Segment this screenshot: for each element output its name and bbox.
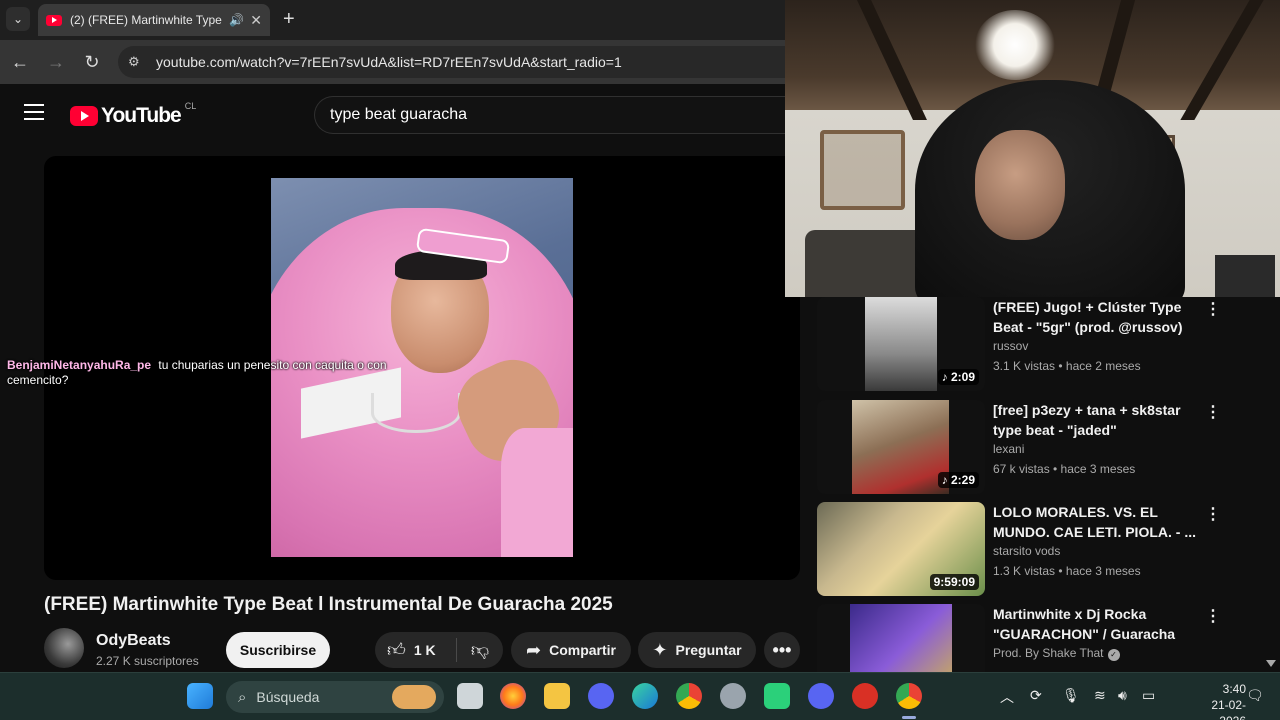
back-arrow-icon[interactable]: ←: [8, 50, 32, 74]
wifi-icon[interactable]: ≋: [1094, 687, 1106, 704]
ask-button[interactable]: ✦ Preguntar: [638, 632, 756, 668]
recommendation-meta: 67 k vistas • hace 3 meses: [993, 462, 1136, 476]
clock-date: 21-02-2026: [1211, 698, 1246, 720]
site-settings-icon[interactable]: ⚙: [128, 54, 146, 70]
firefox-icon[interactable]: [500, 683, 526, 709]
taskbar-search-placeholder: Búsqueda: [256, 689, 320, 705]
subscribe-button[interactable]: Suscribirse: [226, 632, 330, 668]
recommendation-channel[interactable]: lexani: [993, 442, 1024, 456]
list-item[interactable]: ♪ 2:29 [free] p3ezy + tana + sk8star typ…: [817, 400, 1227, 496]
recording-app-icon[interactable]: [852, 683, 878, 709]
duration-badge: ♪ 2:09: [937, 369, 979, 385]
video-thumbnail[interactable]: ♪ 2:29: [817, 400, 985, 494]
browser-tab[interactable]: (2) (FREE) Martinwhite Type 🔊 ✕: [38, 4, 270, 36]
menu-icon[interactable]: [24, 104, 44, 120]
notifications-icon[interactable]: 🗨︎: [1246, 687, 1264, 704]
duration-badge: ♪ 2:29: [937, 472, 979, 488]
more-vertical-icon[interactable]: ⋮: [1205, 504, 1221, 524]
system-clock[interactable]: 3:40 21-02-2026: [1196, 681, 1246, 720]
search-icon: ⌕: [238, 688, 247, 706]
thumbs-down-icon: 👎︎: [470, 640, 490, 660]
audio-playing-icon[interactable]: 🔊: [229, 13, 244, 27]
video-thumbnail[interactable]: ♪ 2:09: [817, 297, 985, 391]
edge-icon[interactable]: [632, 683, 658, 709]
like-button[interactable]: 👍︎ 1 K: [375, 638, 457, 662]
search-highlight-icon: [392, 685, 436, 709]
thumbs-up-icon: 👍︎: [387, 640, 406, 660]
close-tab-icon[interactable]: ✕: [250, 12, 262, 29]
streaming-app-icon[interactable]: [764, 683, 790, 709]
more-actions-button[interactable]: •••: [764, 632, 800, 668]
share-button[interactable]: ➦ Compartir: [511, 632, 631, 668]
recommendation-title[interactable]: LOLO MORALES. VS. EL MUNDO. CAE LETI. PI…: [993, 502, 1203, 542]
channel-avatar[interactable]: [44, 628, 84, 668]
clock-time: 3:40: [1222, 682, 1246, 696]
recommendation-title[interactable]: (FREE) Jugo! + Clúster Type Beat - "5gr"…: [993, 297, 1203, 337]
tab-search-icon[interactable]: ⌄: [6, 7, 30, 31]
recommendation-meta: 3.1 K vistas • hace 2 meses: [993, 359, 1141, 373]
new-tab-icon[interactable]: +: [283, 8, 295, 30]
sync-icon[interactable]: ⟳: [1030, 687, 1042, 704]
microphone-icon[interactable]: 🎙︎: [1062, 687, 1080, 704]
more-vertical-icon[interactable]: ⋮: [1205, 299, 1221, 319]
file-explorer-icon[interactable]: [544, 683, 570, 709]
dislike-button[interactable]: 👎︎: [457, 639, 503, 661]
stream-chat-message: BenjamiNetanyahuRa_pe tu chuparias un pe…: [7, 358, 407, 388]
ask-label: Preguntar: [675, 642, 742, 658]
video-thumbnail[interactable]: 9:59:09: [817, 502, 985, 596]
battery-icon[interactable]: ▭: [1142, 687, 1155, 704]
like-dislike-group: 👍︎ 1 K 👎︎: [375, 632, 503, 668]
subscriber-count: 2.27 K suscriptores: [96, 654, 199, 668]
tray-overflow-icon[interactable]: ︿: [1000, 687, 1014, 707]
recommendation-title[interactable]: [free] p3ezy + tana + sk8star type beat …: [993, 400, 1203, 440]
webcam-overlay: [785, 0, 1280, 297]
recommendation-meta: 1.3 K vistas • hace 3 meses: [993, 564, 1141, 578]
recommendation-channel[interactable]: Prod. By Shake That ✓: [993, 646, 1120, 661]
recommendation-channel[interactable]: russov: [993, 339, 1028, 353]
youtube-logo[interactable]: YouTube CL: [70, 101, 197, 128]
recommendation-title[interactable]: Martinwhite x Dj Rocka "GUARACHON" / Gua…: [993, 604, 1203, 644]
volume-icon[interactable]: 🔊︎: [1118, 687, 1127, 704]
share-label: Compartir: [549, 642, 616, 658]
scroll-down-arrow-icon[interactable]: [1266, 660, 1276, 667]
reload-icon[interactable]: ↻: [80, 50, 104, 74]
forward-arrow-icon[interactable]: →: [44, 50, 68, 74]
music-note-icon: ♪: [941, 370, 948, 384]
list-item[interactable]: ♪ 2:09 (FREE) Jugo! + Clúster Type Beat …: [817, 297, 1227, 393]
video-title: (FREE) Martinwhite Type Beat l Instrumen…: [44, 594, 613, 615]
channel-name[interactable]: OdyBeats: [96, 632, 171, 650]
windows-taskbar: ⌕ Búsqueda ︿ ⟳ 🎙︎ ≋ 🔊︎ ▭ 3:40 21-02-2026…: [0, 672, 1280, 720]
list-item[interactable]: 9:59:09 LOLO MORALES. VS. EL MUNDO. CAE …: [817, 502, 1227, 598]
taskbar-search[interactable]: ⌕ Búsqueda: [226, 681, 444, 713]
music-note-icon: ♪: [941, 473, 948, 487]
discord-notification-icon[interactable]: [808, 683, 834, 709]
chrome-active-icon[interactable]: [896, 683, 922, 709]
more-horizontal-icon: •••: [772, 639, 792, 660]
youtube-wordmark: YouTube: [101, 104, 182, 127]
youtube-play-icon: [70, 106, 98, 126]
youtube-favicon-icon: [46, 14, 62, 26]
address-bar[interactable]: ⚙ youtube.com/watch?v=7rEEn7svUdA&list=R…: [118, 46, 818, 78]
more-vertical-icon[interactable]: ⋮: [1205, 606, 1221, 626]
chat-username: BenjamiNetanyahuRa_pe: [7, 358, 152, 372]
verified-check-icon: ✓: [1107, 649, 1120, 661]
windows-start-icon[interactable]: [187, 683, 213, 709]
recommendation-channel[interactable]: starsito vods: [993, 544, 1060, 558]
share-arrow-icon: ➦: [526, 639, 542, 660]
sparkle-icon: ✦: [652, 639, 668, 660]
search-input[interactable]: type beat guaracha: [314, 96, 794, 134]
url-text: youtube.com/watch?v=7rEEn7svUdA&list=RD7…: [156, 54, 622, 70]
country-code: CL: [184, 101, 197, 111]
active-window-indicator: [902, 716, 916, 719]
like-count: 1 K: [413, 642, 436, 658]
task-view-icon[interactable]: [457, 683, 483, 709]
discord-icon[interactable]: [588, 683, 614, 709]
screen: ⌄ (2) (FREE) Martinwhite Type 🔊 ✕ + ← → …: [0, 0, 1280, 720]
tab-title: (2) (FREE) Martinwhite Type: [70, 13, 222, 27]
duration-badge: 9:59:09: [929, 574, 979, 590]
chrome-icon[interactable]: [676, 683, 702, 709]
settings-gear-icon[interactable]: [720, 683, 746, 709]
more-vertical-icon[interactable]: ⋮: [1205, 402, 1221, 422]
